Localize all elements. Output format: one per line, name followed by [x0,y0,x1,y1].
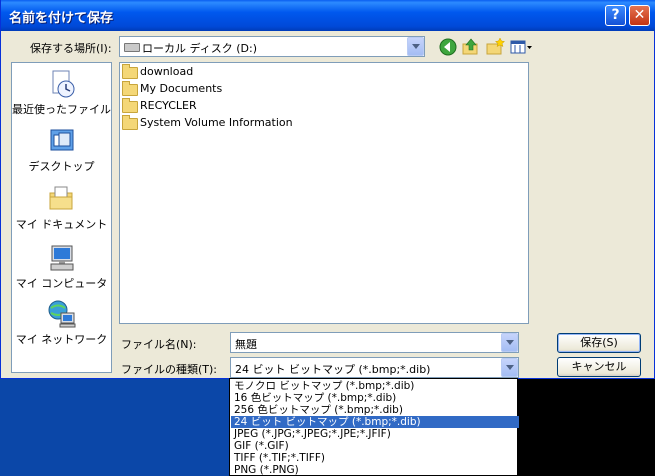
file-list[interactable]: download My Documents RECYCLER System Vo… [119,62,529,324]
desktop-icon [47,126,77,156]
chevron-down-icon[interactable] [407,37,424,56]
my-network-icon [47,299,77,329]
location-value: ローカル ディスク (D:) [142,42,257,55]
filetype-option[interactable]: モノクロ ビットマップ (*.bmp;*.dib) [231,380,519,392]
filetype-option[interactable]: 256 色ビットマップ (*.bmp;*.dib) [231,404,519,416]
place-label: マイ ドキュメント [15,218,108,231]
folder-icon [122,98,138,113]
back-icon[interactable] [438,37,458,57]
filetype-option[interactable]: 16 色ビットマップ (*.bmp;*.dib) [231,392,519,404]
chevron-down-icon[interactable] [501,333,518,352]
my-computer-icon [47,243,77,273]
cancel-button[interactable]: キャンセル [557,357,641,377]
filetype-option[interactable]: TIFF (*.TIF;*.TIFF) [231,452,519,464]
desktop-background-dark [518,378,655,476]
filename-field[interactable]: 無題 [230,332,519,353]
save-as-dialog: 名前を付けて保存 ? ✕ 保存する場所(I): ローカル ディスク (D:) 最… [0,0,655,379]
place-my-network[interactable]: マイ ネットワーク [12,299,111,347]
save-button[interactable]: 保存(S) [557,333,641,353]
location-label: 保存する場所(I): [30,42,112,55]
place-recent[interactable]: 最近使ったファイル [12,69,111,117]
location-combo[interactable]: ローカル ディスク (D:) [119,36,425,57]
places-bar: 最近使ったファイル デスクトップ マイ ドキュメント マイ コンピュータ マイ … [11,62,112,373]
place-label: マイ ネットワーク [15,333,108,346]
title-bar[interactable]: 名前を付けて保存 ? ✕ [1,0,655,31]
window-title: 名前を付けて保存 [9,11,114,26]
place-desktop[interactable]: デスクトップ [12,126,111,174]
file-name: RECYCLER [140,99,197,112]
chevron-down-icon[interactable] [501,358,518,377]
folder-icon [122,115,138,130]
place-label: マイ コンピュータ [15,277,108,290]
new-folder-icon[interactable] [485,37,506,57]
drive-icon [124,43,140,52]
filetype-option[interactable]: PNG (*.PNG) [231,464,519,476]
file-name: My Documents [140,82,223,95]
place-label: 最近使ったファイル [12,103,111,116]
place-my-computer[interactable]: マイ コンピュータ [12,243,111,291]
my-documents-icon [47,184,77,214]
filename-label: ファイル名(N): [121,338,197,351]
filetype-label: ファイルの種類(T): [121,363,218,376]
folder-icon [122,64,138,79]
place-my-documents[interactable]: マイ ドキュメント [12,184,111,232]
place-label: デスクトップ [28,160,95,173]
filetype-option-selected[interactable]: 24 ビット ビットマップ (*.bmp;*.dib) [231,416,519,428]
close-button[interactable]: ✕ [629,5,650,26]
filename-value: 無題 [235,338,257,351]
help-button[interactable]: ? [605,5,626,26]
filetype-dropdown-list[interactable]: モノクロ ビットマップ (*.bmp;*.dib) 16 色ビットマップ (*.… [229,378,519,476]
filetype-option[interactable]: GIF (*.GIF) [231,440,519,452]
view-menu-icon[interactable] [509,37,533,57]
recent-documents-icon [47,69,77,99]
file-name: download [140,65,194,78]
desktop-background [0,378,229,476]
folder-icon [122,81,138,96]
filetype-option[interactable]: JPEG (*.JPG;*.JPEG;*.JPE;*.JFIF) [231,428,519,440]
up-folder-icon[interactable] [461,37,481,57]
filetype-select[interactable]: 24 ビット ビットマップ (*.bmp;*.dib) [230,357,519,378]
filetype-value: 24 ビット ビットマップ (*.bmp;*.dib) [235,363,431,376]
file-name: System Volume Information [140,116,293,129]
